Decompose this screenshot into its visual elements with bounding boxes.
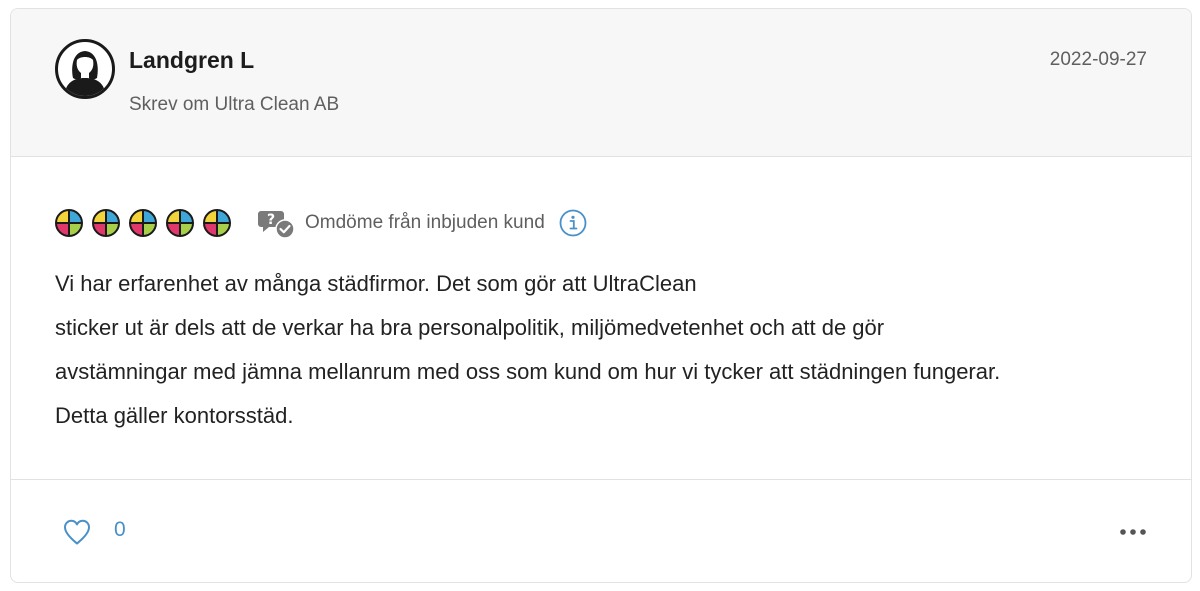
- review-body: Vi har erfarenhet av många städfirmor. D…: [55, 262, 1165, 438]
- invited-customer-label: Omdöme från inbjuden kund: [305, 212, 545, 233]
- star-rating: [54, 208, 232, 238]
- rating-row: ? Omdöme från inbjuden kund: [54, 207, 587, 239]
- reviewer-name[interactable]: Landgren L: [129, 47, 254, 74]
- review-footer: 0: [11, 479, 1191, 582]
- chat-bubbles-check-icon: ?: [258, 211, 295, 239]
- rating-star-icon: [55, 209, 83, 237]
- info-icon[interactable]: [559, 209, 587, 237]
- review-text-line: Vi har erfarenhet av många städfirmor. D…: [55, 271, 697, 296]
- like-count: 0: [114, 518, 126, 541]
- svg-text:?: ?: [267, 212, 275, 228]
- more-dots-icon[interactable]: [1119, 522, 1147, 542]
- rating-star-icon: [92, 209, 120, 237]
- wrote-about-company: Skrev om Ultra Clean AB: [129, 94, 340, 115]
- review-header: Landgren L Skrev om Ultra Clean AB 2022-…: [11, 9, 1191, 157]
- heart-icon[interactable]: [61, 516, 93, 548]
- rating-star-icon: [166, 209, 194, 237]
- review-text-line: Detta gäller kontorsstäd.: [55, 403, 294, 428]
- rating-star-icon: [203, 209, 231, 237]
- review-card: Landgren L Skrev om Ultra Clean AB 2022-…: [10, 8, 1192, 583]
- rating-star-icon: [129, 209, 157, 237]
- review-date: 2022-09-27: [1049, 49, 1147, 70]
- user-avatar-icon: [55, 39, 115, 99]
- review-text-line: avstämningar med jämna mellanrum med oss…: [55, 359, 1001, 384]
- review-text-line: sticker ut är dels att de verkar ha bra …: [55, 315, 885, 340]
